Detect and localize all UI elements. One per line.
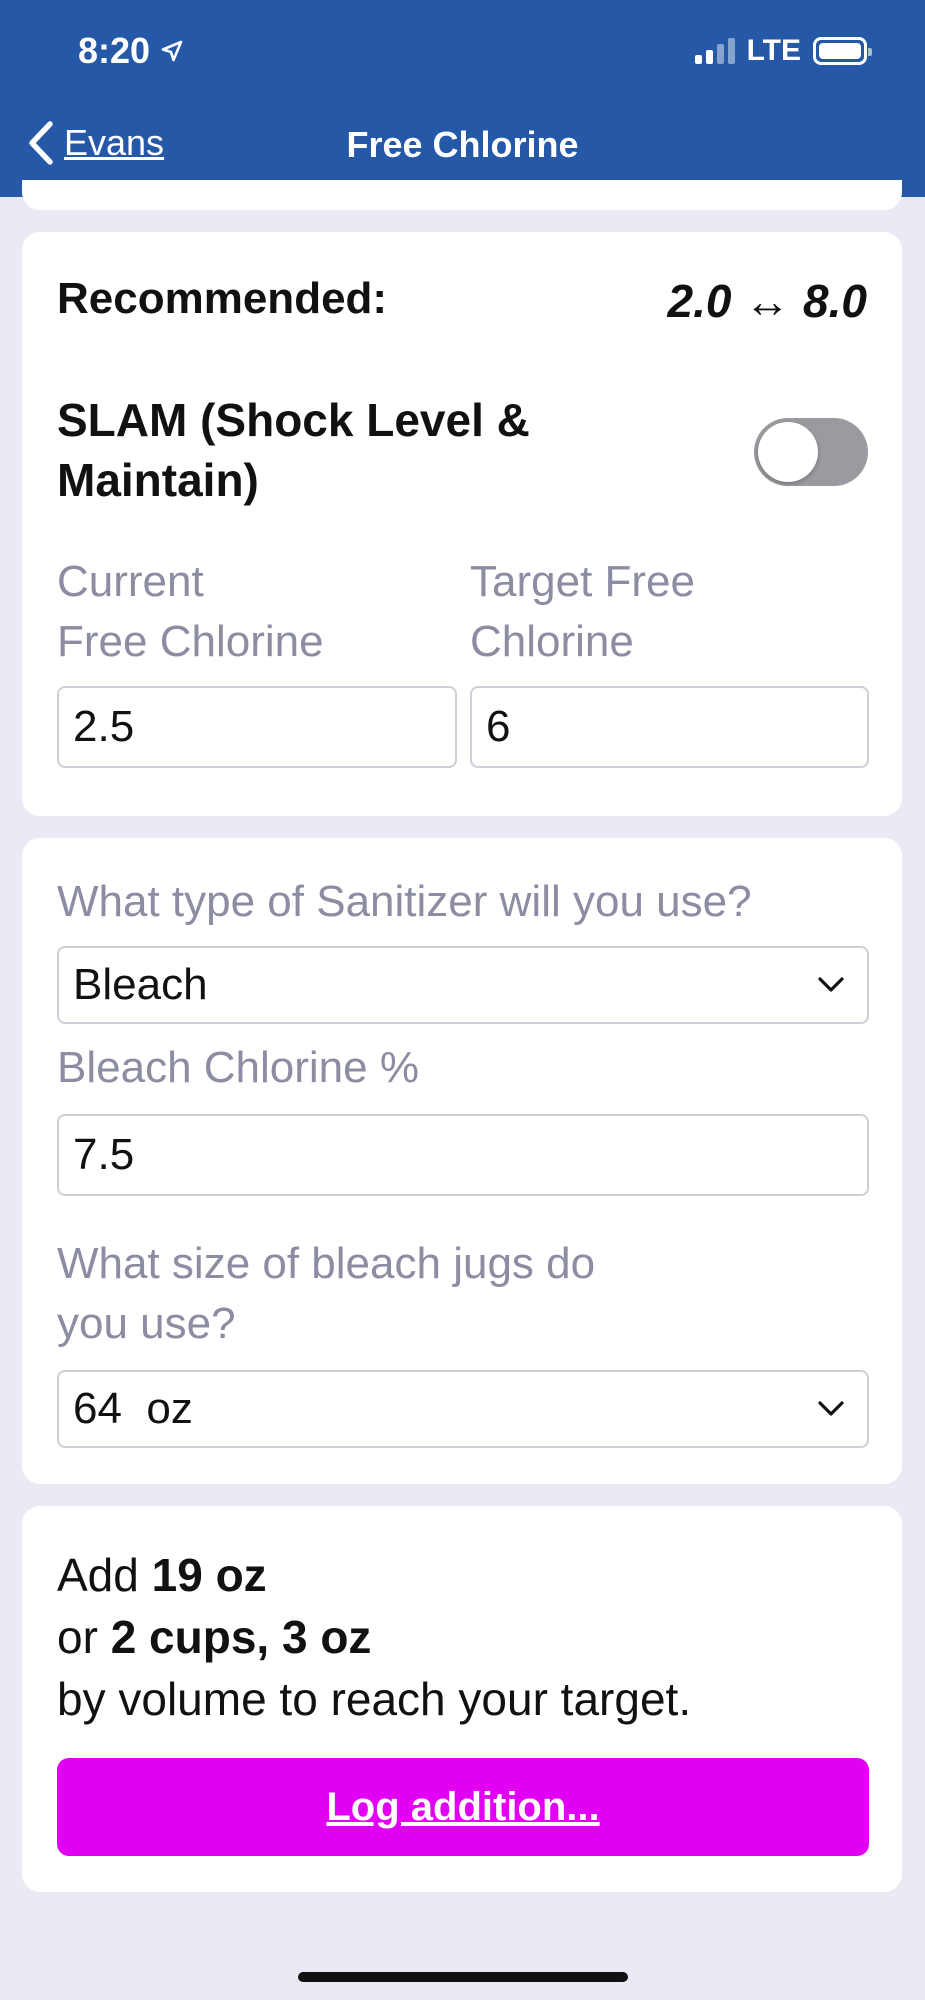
location-arrow-icon xyxy=(161,40,183,62)
chlorine-levels-card: Recommended: 2.0 ↔ 8.0 SLAM (Shock Level… xyxy=(22,232,902,816)
sanitizer-card: What type of Sanitizer will you use? Ble… xyxy=(22,838,902,1484)
current-fc-label-line1: Current xyxy=(57,557,204,606)
navigation-header: 8:20 LTE Evans Free Chlorine xyxy=(0,0,925,197)
target-fc-label: Target Free Chlorine xyxy=(470,552,695,672)
status-indicators: LTE xyxy=(694,34,872,68)
result-text: Add 19 oz or 2 cups, 3 oz by volume to r… xyxy=(57,1544,691,1730)
bleach-pct-label: Bleach Chlorine % xyxy=(57,1043,419,1092)
result-line-cups: or 2 cups, 3 oz xyxy=(57,1606,691,1668)
recommended-range: 2.0 ↔ 8.0 xyxy=(667,275,867,327)
jug-size-question-line2: you use? xyxy=(57,1299,236,1348)
jug-size-question-line1: What size of bleach jugs do xyxy=(57,1239,596,1288)
target-fc-label-line2: Chlorine xyxy=(470,617,634,666)
result-line-oz: Add 19 oz xyxy=(57,1544,691,1606)
log-addition-button[interactable]: Log addition... xyxy=(57,1758,869,1856)
chevron-down-icon xyxy=(818,1401,844,1416)
sanitizer-select[interactable]: Bleach xyxy=(57,946,869,1024)
toggle-knob xyxy=(758,422,818,482)
page-title: Free Chlorine xyxy=(346,124,579,165)
status-time-text: 8:20 xyxy=(78,30,151,71)
target-fc-input[interactable]: 6 xyxy=(470,686,869,768)
result-prefix2: or xyxy=(57,1611,111,1663)
status-time: 8:20 xyxy=(78,30,184,72)
battery-icon xyxy=(813,37,872,65)
target-fc-label-line1: Target Free xyxy=(470,557,695,606)
home-indicator xyxy=(298,1972,628,1982)
cellular-signal-icon xyxy=(694,38,735,64)
jug-size-selected: 64 oz xyxy=(73,1384,193,1433)
chevron-down-icon xyxy=(818,977,844,992)
result-amount-oz: 19 oz xyxy=(151,1549,267,1601)
bleach-pct-input[interactable]: 7.5 xyxy=(57,1114,869,1196)
sanitizer-question: What type of Sanitizer will you use? xyxy=(57,877,752,926)
network-type: LTE xyxy=(746,34,801,67)
result-suffix: by volume to reach your target. xyxy=(57,1673,692,1725)
previous-card-edge xyxy=(22,180,902,210)
jug-size-question: What size of bleach jugs do you use? xyxy=(57,1234,595,1354)
slam-toggle[interactable] xyxy=(754,418,868,486)
current-fc-label-line2: Free Chlorine xyxy=(57,617,324,666)
result-card: Add 19 oz or 2 cups, 3 oz by volume to r… xyxy=(22,1506,902,1892)
recommended-label: Recommended: xyxy=(57,274,388,323)
slam-label: SLAM (Shock Level & Maintain) xyxy=(57,394,530,506)
current-fc-label: Current Free Chlorine xyxy=(57,552,324,672)
current-fc-input[interactable]: 2.5 xyxy=(57,686,457,768)
result-amount-cups: 2 cups, 3 oz xyxy=(110,1611,372,1663)
result-prefix1: Add xyxy=(57,1549,152,1601)
sanitizer-selected: Bleach xyxy=(73,960,208,1009)
jug-size-select[interactable]: 64 oz xyxy=(57,1370,869,1448)
